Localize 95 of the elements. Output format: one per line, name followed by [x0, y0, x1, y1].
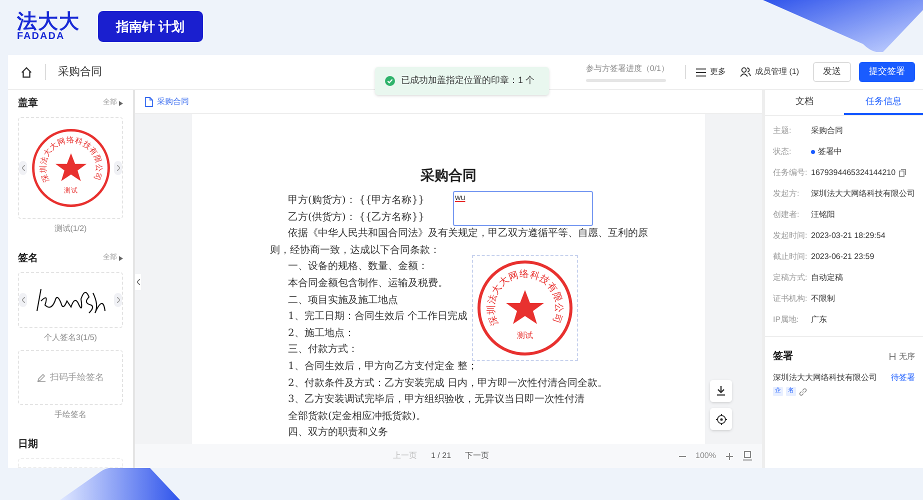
- order-icon: [889, 353, 896, 360]
- collapse-handle[interactable]: [135, 274, 141, 290]
- card-caption: 手绘签名: [54, 409, 88, 422]
- locate-button[interactable]: [710, 408, 732, 430]
- document-text: 三、付款方式：: [288, 342, 358, 358]
- chevron-right-icon: [116, 164, 120, 171]
- page-indicator: 1 / 21: [431, 450, 452, 462]
- download-button[interactable]: [710, 380, 732, 402]
- previous-button[interactable]: [19, 160, 27, 175]
- document-heading: 采购合同: [420, 167, 478, 186]
- field-value: 广东: [811, 314, 827, 326]
- success-icon: [385, 76, 395, 86]
- link-icon: [799, 388, 807, 396]
- field-label: 定稿方式:: [773, 272, 808, 284]
- document-text: 3、乙方安装调试完毕后，甲方组织验收，无异议当日即一次性付清: [288, 392, 584, 408]
- chevron-left-icon: [136, 279, 140, 285]
- signer-name: 深圳法大大网络科技有限公司: [773, 372, 877, 384]
- toast-message: 已成功加盖指定位置的印章：1 个: [401, 74, 535, 88]
- fit-page-button[interactable]: [743, 451, 752, 461]
- document-text: 依据《中华人民共和国合同法》及有关规定，甲乙双方遵循平等、自愿、互利的原: [288, 226, 648, 242]
- file-icon: [145, 96, 153, 106]
- document-text: 二、项目实施及施工地点: [288, 294, 398, 308]
- field-value: 自动定稿: [811, 272, 843, 284]
- seal-stamp: 深圳法大大网络科技有限公司 测试: [475, 258, 575, 358]
- copy-icon: [898, 169, 906, 177]
- chevron-left-icon: [22, 164, 24, 171]
- panel-tab[interactable]: 任务信息: [844, 90, 923, 115]
- document-tab[interactable]: 采购合同: [145, 96, 189, 108]
- pen-icon: [37, 372, 46, 382]
- section-title: 签名: [18, 252, 38, 266]
- logo-text: 法大大: [17, 12, 80, 32]
- section-title: 盖章: [18, 96, 38, 111]
- previous-button[interactable]: [19, 292, 27, 307]
- field-label: 创建者:: [773, 209, 800, 221]
- card-caption: 测试(1/2): [53, 222, 88, 235]
- field-value: 2023-06-21 23:59: [811, 251, 874, 263]
- field-value: 1679394465324144210: [811, 167, 896, 179]
- field-label: 发起方:: [773, 188, 800, 200]
- field-label: 发起时间:: [773, 230, 808, 242]
- document-title: 采购合同: [58, 64, 102, 80]
- card-caption: 个人签名3(1/5): [43, 332, 98, 344]
- panel-tab[interactable]: 文档: [765, 90, 844, 115]
- submit-signing-button[interactable]: 提交签署: [859, 62, 915, 82]
- member-management-button[interactable]: 成员管理 (1): [740, 66, 799, 78]
- document-text: 乙方(供货方)： {{乙方名称}}: [288, 210, 424, 225]
- field-value: 不限制: [811, 293, 835, 305]
- chevron-right-icon: [116, 296, 120, 303]
- more-button[interactable]: 更多: [696, 66, 726, 78]
- section-title: 日期: [18, 438, 38, 452]
- field-value: 深圳法大大网络科技有限公司: [811, 188, 915, 200]
- menu-icon: [696, 68, 706, 76]
- logo-text: FADADA: [17, 32, 65, 42]
- document-text: 全部货款(定金相应冲抵货款)。: [288, 410, 426, 424]
- status-dot-icon: [811, 150, 815, 154]
- field-value: 汪铭阳: [811, 209, 835, 221]
- zoom-level: 100%: [696, 450, 716, 462]
- text-input-field[interactable]: wu: [453, 191, 593, 226]
- field-value: 采购合同: [811, 125, 843, 137]
- field-label: 证书机构:: [773, 293, 808, 305]
- copy-button[interactable]: [898, 169, 906, 177]
- send-button[interactable]: 发送: [813, 62, 851, 82]
- field-label: 状态:: [773, 146, 792, 158]
- document-text: 1、合同生效后，甲方向乙方支付定金 整；: [288, 360, 478, 374]
- plus-icon: [726, 452, 733, 460]
- document-text: 2、付款条件及方式：乙方安装完成 日内，甲方即一次性付清合同全款。: [288, 376, 608, 391]
- program-badge[interactable]: 指南针 计划: [98, 10, 203, 42]
- section-title: 签署: [773, 350, 793, 364]
- document-text: 2、施工地点：: [288, 326, 354, 341]
- signing-progress-label: 参与方签署进度（0/1）: [586, 62, 669, 74]
- document-text: 1、完工日期：合同生效后 个工作日完成: [288, 310, 468, 324]
- next-button[interactable]: [114, 160, 122, 175]
- download-icon: [716, 386, 726, 396]
- document-text: 本合同金额包含制作、运输及税费。: [288, 276, 448, 291]
- field-label: IP属地:: [773, 314, 800, 326]
- next-page-button[interactable]: 下一页: [465, 450, 490, 462]
- document-text: 一、设备的规格、数量、金额：: [288, 260, 428, 274]
- target-icon: [716, 414, 726, 424]
- field-label: 任务编号:: [773, 167, 808, 179]
- zoom-in-button[interactable]: [726, 452, 733, 460]
- document-text: 则，经协商一致，达成以下合同条款：: [270, 244, 440, 258]
- signer-status: 待签署: [891, 372, 915, 384]
- field-label: 截止时间:: [773, 251, 808, 263]
- next-button[interactable]: [114, 292, 122, 307]
- home-icon: [20, 66, 33, 78]
- caret-icon: [119, 101, 123, 106]
- signing-order: 无序: [899, 350, 915, 362]
- chevron-left-icon: [22, 296, 24, 303]
- field-value: 签署中: [818, 146, 842, 158]
- field-label: 主题:: [773, 125, 792, 137]
- people-icon: [740, 67, 751, 77]
- page-icon: [743, 451, 752, 461]
- document-text: 四、双方的职责和义务: [288, 426, 388, 440]
- field-value: 2023-03-21 18:29:54: [811, 230, 886, 242]
- caret-icon: [119, 256, 123, 261]
- document-text: 甲方(购货方)： {{甲方名称}}: [288, 194, 424, 208]
